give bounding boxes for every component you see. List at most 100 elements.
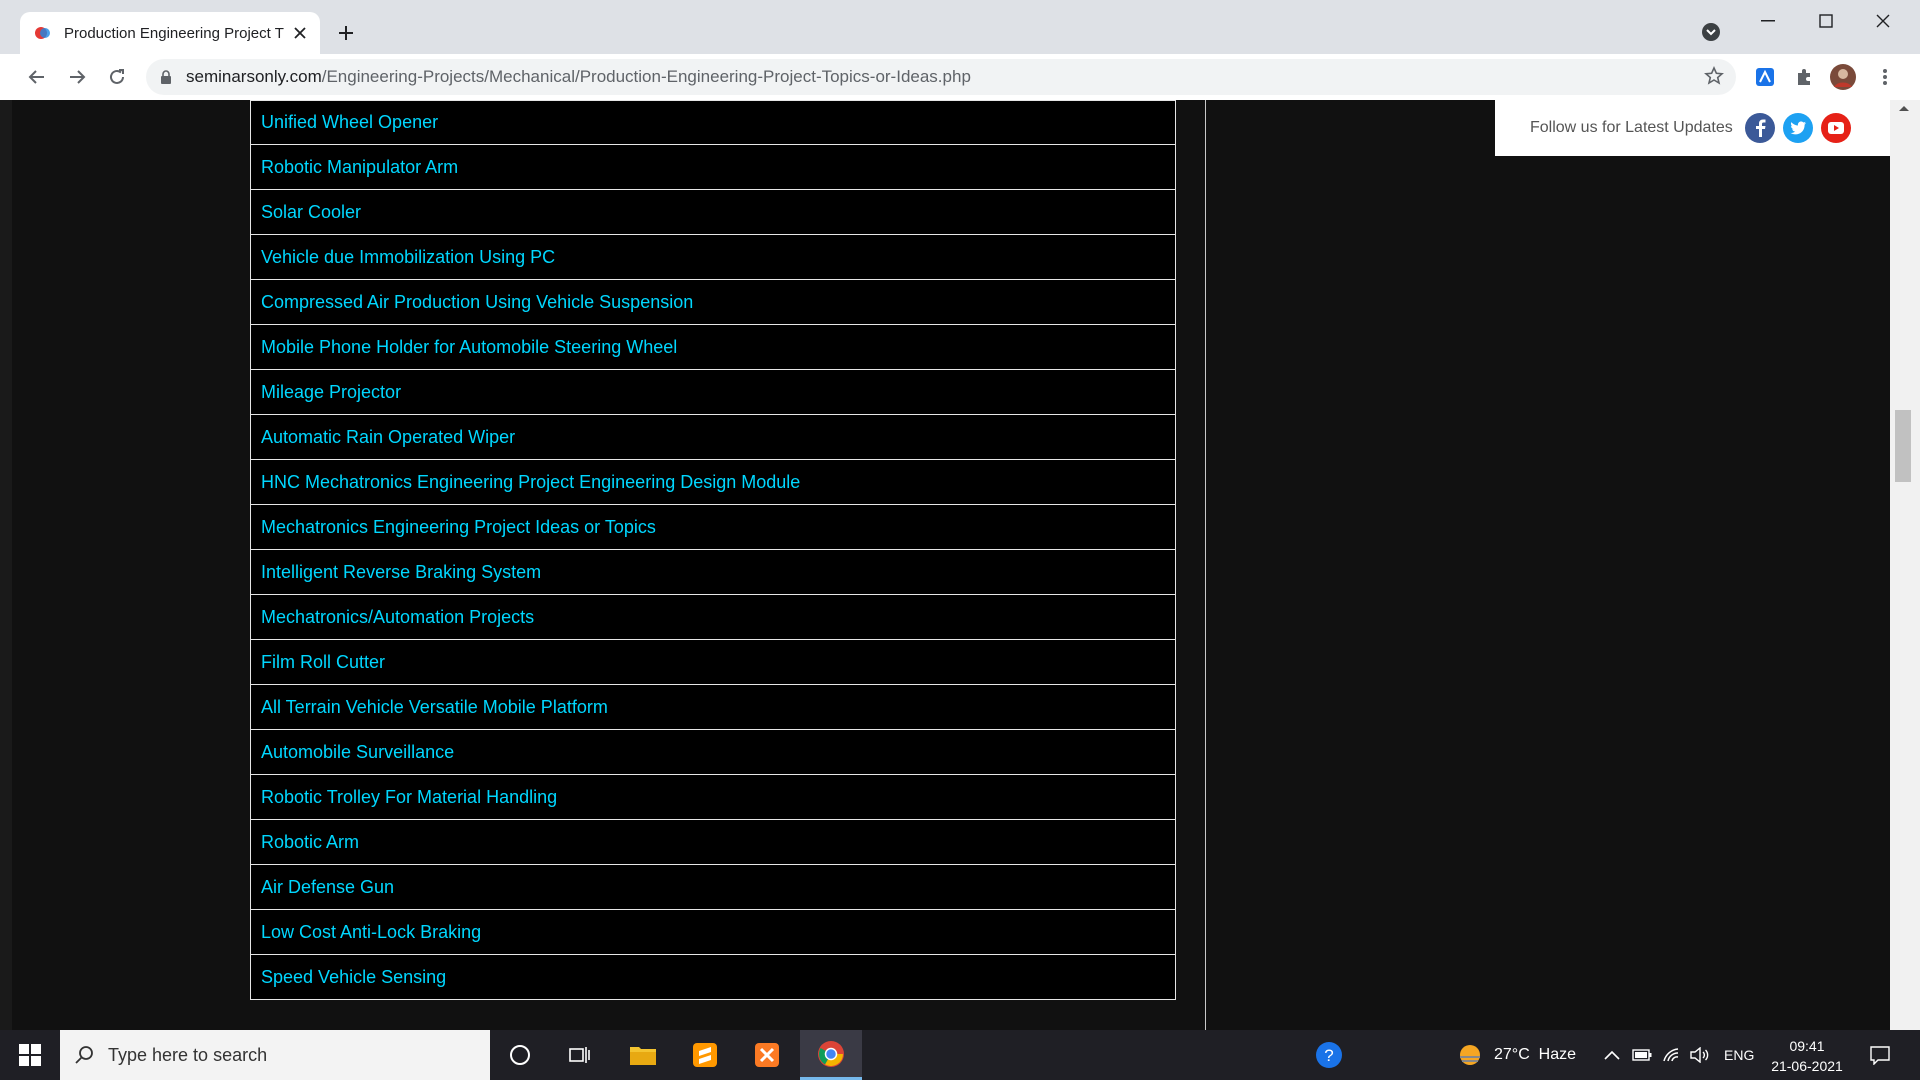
taskbar-search-box[interactable]: Type here to search	[60, 1030, 490, 1080]
project-list-table: Unified Wheel Opener Robotic Manipulator …	[250, 100, 1176, 1000]
project-link[interactable]: Solar Cooler	[261, 202, 361, 223]
url-path: /Engineering-Projects/Mechanical/Product…	[321, 67, 971, 86]
table-row: Unified Wheel Opener	[250, 100, 1176, 145]
table-row: Mileage Projector	[250, 370, 1176, 415]
puzzle-extensions-icon[interactable]	[1791, 64, 1817, 90]
project-link[interactable]: Film Roll Cutter	[261, 652, 385, 673]
page-content: Unified Wheel Opener Robotic Manipulator …	[12, 100, 1890, 1030]
table-row: Mechatronics/Automation Projects	[250, 595, 1176, 640]
browser-toolbar: seminarsonly.com/Engineering-Projects/Me…	[0, 54, 1920, 101]
table-row: Air Defense Gun	[250, 865, 1176, 910]
cortana-icon[interactable]	[491, 1030, 549, 1080]
table-row: Compressed Air Production Using Vehicle …	[250, 280, 1176, 325]
tab-close-icon[interactable]	[290, 23, 310, 43]
new-tab-icon[interactable]	[333, 20, 359, 46]
project-link[interactable]: Low Cost Anti-Lock Braking	[261, 922, 481, 943]
bookmark-star-icon[interactable]	[1704, 66, 1724, 86]
table-row: Automobile Surveillance	[250, 730, 1176, 775]
task-view-icon[interactable]	[551, 1030, 609, 1080]
address-bar[interactable]: seminarsonly.com/Engineering-Projects/Me…	[146, 59, 1736, 95]
tab-search-icon[interactable]	[1700, 21, 1722, 43]
project-link[interactable]: Automobile Surveillance	[261, 742, 454, 763]
table-row: Low Cost Anti-Lock Braking	[250, 910, 1176, 955]
project-link[interactable]: Unified Wheel Opener	[261, 112, 438, 133]
weather-haze-icon	[1460, 1045, 1480, 1065]
project-link[interactable]: Robotic Arm	[261, 832, 359, 853]
table-row: Speed Vehicle Sensing	[250, 955, 1176, 1000]
project-link[interactable]: Automatic Rain Operated Wiper	[261, 427, 515, 448]
url-domain: seminarsonly.com	[186, 67, 322, 86]
clock[interactable]: 09:41 21-06-2021	[1762, 1036, 1852, 1076]
close-window-icon[interactable]	[1855, 6, 1911, 36]
forward-icon[interactable]	[62, 62, 92, 92]
page-scrollbar[interactable]	[1890, 100, 1920, 1030]
project-link[interactable]: Intelligent Reverse Braking System	[261, 562, 541, 583]
tab-title: Production Engineering Project T	[64, 24, 284, 42]
page-viewport: Unified Wheel Opener Robotic Manipulator …	[0, 100, 1920, 1030]
chrome-menu-icon[interactable]	[1872, 64, 1898, 90]
table-row: Mechatronics Engineering Project Ideas o…	[250, 505, 1176, 550]
reload-icon[interactable]	[102, 62, 132, 92]
table-row: Robotic Trolley For Material Handling	[250, 775, 1176, 820]
extension-icon[interactable]	[1752, 64, 1778, 90]
column-divider	[1205, 100, 1206, 1030]
table-row: Vehicle due Immobilization Using PC	[250, 235, 1176, 280]
file-explorer-icon[interactable]	[614, 1030, 672, 1080]
project-link[interactable]: Mechatronics/Automation Projects	[261, 607, 534, 628]
lock-icon	[161, 70, 171, 84]
wifi-icon[interactable]	[1662, 1030, 1680, 1080]
project-link[interactable]: Air Defense Gun	[261, 877, 394, 898]
table-row: HNC Mechatronics Engineering Project Eng…	[250, 460, 1176, 505]
table-row: Film Roll Cutter	[250, 640, 1176, 685]
project-link[interactable]: Vehicle due Immobilization Using PC	[261, 247, 555, 268]
weather-widget[interactable]: 27°C Haze	[1458, 1030, 1576, 1080]
volume-icon[interactable]	[1690, 1030, 1710, 1080]
table-row: Intelligent Reverse Braking System	[250, 550, 1176, 595]
windows-start-icon[interactable]	[8, 1038, 52, 1072]
svg-text:?: ?	[1324, 1046, 1333, 1065]
minimize-icon[interactable]	[1740, 6, 1796, 36]
weather-text: 27°C Haze	[1494, 1046, 1576, 1063]
project-link[interactable]: HNC Mechatronics Engineering Project Eng…	[261, 472, 800, 493]
site-favicon-icon	[35, 27, 50, 39]
project-link[interactable]: Mobile Phone Holder for Automobile Steer…	[261, 337, 677, 358]
table-row: Robotic Arm	[250, 820, 1176, 865]
search-icon	[75, 1046, 93, 1064]
youtube-icon[interactable]	[1820, 113, 1851, 143]
notifications-icon[interactable]	[1870, 1030, 1890, 1080]
help-icon[interactable]: ?	[1300, 1030, 1358, 1080]
xampp-icon[interactable]	[738, 1030, 796, 1080]
scrollbar-thumb[interactable]	[1895, 410, 1911, 482]
browser-titlebar: Production Engineering Project T	[0, 0, 1920, 54]
project-link[interactable]: Mechatronics Engineering Project Ideas o…	[261, 517, 656, 538]
table-row: Automatic Rain Operated Wiper	[250, 415, 1176, 460]
table-row: Robotic Manipulator Arm	[250, 145, 1176, 190]
windows-taskbar: Type here to search ? 27°C Haze ENG 09:4…	[0, 1030, 1920, 1080]
project-link[interactable]: Robotic Trolley For Material Handling	[261, 787, 557, 808]
search-placeholder: Type here to search	[108, 1044, 268, 1065]
profile-avatar-icon[interactable]	[1830, 64, 1856, 90]
project-link[interactable]: Speed Vehicle Sensing	[261, 967, 446, 988]
follow-us-box: Follow us for Latest Updates	[1495, 100, 1890, 156]
table-row: Solar Cooler	[250, 190, 1176, 235]
table-row: Mobile Phone Holder for Automobile Steer…	[250, 325, 1176, 370]
project-link[interactable]: Compressed Air Production Using Vehicle …	[261, 292, 693, 313]
language-indicator[interactable]: ENG	[1724, 1030, 1754, 1080]
show-hidden-icons-icon[interactable]	[1604, 1030, 1620, 1080]
maximize-icon[interactable]	[1798, 6, 1854, 36]
back-icon[interactable]	[22, 62, 52, 92]
browser-tab[interactable]: Production Engineering Project T	[20, 12, 320, 54]
facebook-icon[interactable]	[1744, 113, 1775, 143]
table-row: All Terrain Vehicle Versatile Mobile Pla…	[250, 685, 1176, 730]
chrome-taskbar-icon[interactable]	[800, 1030, 862, 1080]
clock-date: 21-06-2021	[1771, 1058, 1843, 1074]
scroll-up-arrow-icon[interactable]	[1898, 104, 1910, 112]
twitter-icon[interactable]	[1782, 113, 1813, 143]
sublime-text-icon[interactable]	[676, 1030, 734, 1080]
project-link[interactable]: Mileage Projector	[261, 382, 401, 403]
project-link[interactable]: Robotic Manipulator Arm	[261, 157, 458, 178]
url-text: seminarsonly.com/Engineering-Projects/Me…	[186, 67, 971, 87]
project-link[interactable]: All Terrain Vehicle Versatile Mobile Pla…	[261, 697, 608, 718]
battery-icon[interactable]	[1632, 1030, 1652, 1080]
left-edge	[0, 100, 12, 1030]
